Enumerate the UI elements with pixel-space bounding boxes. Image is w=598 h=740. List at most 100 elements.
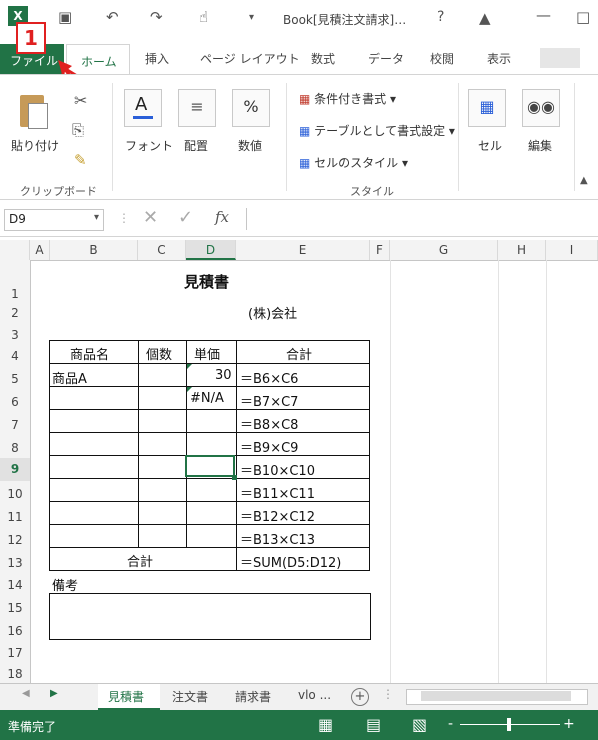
header-quantity[interactable]: 個数: [146, 344, 172, 363]
conditional-format-button[interactable]: ▦ 条件付き書式 ▾: [299, 90, 396, 107]
tab-view[interactable]: 表示: [487, 50, 511, 67]
row-header-18[interactable]: 18: [0, 667, 30, 681]
row-header-11[interactable]: 11: [0, 510, 30, 524]
scrollbar-thumb[interactable]: [421, 691, 571, 701]
paste-label[interactable]: 貼り付け: [11, 137, 59, 154]
cell-e11[interactable]: ＝B12×C12: [240, 506, 315, 525]
cells-icon[interactable]: ▦: [468, 89, 506, 127]
row-header-12[interactable]: 12: [0, 533, 30, 547]
notes-box[interactable]: [49, 593, 371, 640]
column-header-f[interactable]: F: [370, 240, 390, 260]
row-header-5[interactable]: 5: [0, 372, 30, 386]
font-icon[interactable]: A: [124, 89, 162, 127]
paste-icon[interactable]: [16, 89, 50, 133]
cell-d5[interactable]: 30: [215, 368, 232, 383]
total-label[interactable]: 合計: [127, 551, 153, 570]
number-format-icon[interactable]: %: [232, 89, 270, 127]
page-break-view-icon[interactable]: ▧: [412, 715, 427, 734]
row-header-4[interactable]: 4: [0, 349, 30, 363]
minimize-icon[interactable]: —: [536, 6, 551, 24]
name-box[interactable]: D9 ▾: [4, 209, 104, 231]
account-area[interactable]: [540, 48, 580, 68]
cell-e5[interactable]: ＝B6×C6: [240, 368, 298, 387]
page-layout-view-icon[interactable]: ▤: [366, 715, 381, 734]
number-format-label[interactable]: 数値: [238, 137, 262, 154]
collapse-ribbon-icon[interactable]: ▲: [580, 175, 588, 186]
column-header-i[interactable]: I: [546, 240, 598, 260]
zoom-slider-thumb[interactable]: [507, 718, 511, 731]
cell-e13[interactable]: ＝SUM(D5:D12): [240, 552, 341, 571]
format-painter-icon[interactable]: ✎: [74, 151, 87, 169]
tab-insert[interactable]: 挿入: [145, 50, 169, 67]
row-header-7[interactable]: 7: [0, 418, 30, 432]
sheet-title[interactable]: 見積書: [184, 271, 229, 292]
normal-view-icon[interactable]: ▦: [318, 715, 333, 734]
column-header-b[interactable]: B: [50, 240, 138, 260]
confirm-entry-icon[interactable]: ✓: [178, 207, 193, 228]
cell-e7[interactable]: ＝B8×C8: [240, 414, 298, 433]
formula-input[interactable]: [246, 208, 598, 230]
column-header-h[interactable]: H: [498, 240, 546, 260]
cell-e12[interactable]: ＝B13×C13: [240, 529, 315, 548]
row-header-10[interactable]: 10: [0, 487, 30, 501]
cancel-entry-icon[interactable]: ✕: [143, 207, 158, 228]
sheet-tab-quote[interactable]: 見積書: [98, 684, 160, 710]
column-header-a[interactable]: A: [30, 240, 50, 260]
select-all-corner[interactable]: [0, 240, 30, 260]
tab-split-grip-icon[interactable]: ⋮: [382, 687, 394, 701]
cell-e9[interactable]: ＝B10×C10: [240, 460, 315, 479]
cell-e10[interactable]: ＝B11×C11: [240, 483, 315, 502]
save-icon[interactable]: ▣: [58, 8, 72, 26]
tab-page-layout[interactable]: ページ レイアウト: [200, 50, 300, 67]
tab-formulas[interactable]: 数式: [311, 50, 335, 67]
row-header-1[interactable]: 1: [0, 287, 30, 301]
cut-icon[interactable]: ✂: [74, 91, 87, 110]
row-header-9[interactable]: 9: [0, 458, 30, 481]
cell-d6[interactable]: #N/A: [190, 391, 224, 406]
copy-icon[interactable]: ⎘: [72, 121, 84, 139]
scroll-sheets-right-icon[interactable]: ▶: [50, 688, 58, 699]
zoom-out-button[interactable]: -: [448, 716, 453, 732]
selected-cell-d9[interactable]: [185, 455, 235, 477]
horizontal-scrollbar[interactable]: [406, 689, 588, 705]
alignment-label[interactable]: 配置: [184, 137, 208, 154]
column-header-g[interactable]: G: [390, 240, 498, 260]
new-sheet-button[interactable]: +: [351, 688, 369, 706]
header-product[interactable]: 商品名: [70, 344, 109, 363]
sheet-tab-invoice[interactable]: 請求書: [235, 688, 271, 705]
help-button[interactable]: ?: [437, 9, 444, 25]
editing-label[interactable]: 編集: [528, 137, 552, 154]
cell-e8[interactable]: ＝B9×C9: [240, 437, 298, 456]
name-box-dropdown-icon[interactable]: ▾: [94, 212, 99, 223]
row-header-3[interactable]: 3: [0, 328, 30, 342]
notes-label[interactable]: 備考: [52, 575, 78, 594]
row-header-8[interactable]: 8: [0, 441, 30, 455]
column-header-e[interactable]: E: [236, 240, 370, 260]
cells-label[interactable]: セル: [478, 137, 502, 154]
scroll-sheets-left-icon[interactable]: ◀: [22, 688, 30, 699]
table-format-button[interactable]: ▦ テーブルとして書式設定 ▾: [299, 122, 455, 139]
redo-icon[interactable]: ↷: [150, 8, 163, 26]
fill-handle[interactable]: [232, 475, 237, 480]
insert-function-icon[interactable]: fx: [215, 208, 229, 226]
touch-mode-icon[interactable]: ☝: [199, 8, 208, 26]
row-header-6[interactable]: 6: [0, 395, 30, 409]
cell-b5[interactable]: 商品A: [52, 368, 87, 387]
row-header-2[interactable]: 2: [0, 306, 30, 320]
undo-icon[interactable]: ↶: [106, 8, 119, 26]
row-header-15[interactable]: 15: [0, 601, 30, 615]
customize-qat-icon[interactable]: ▾: [249, 12, 254, 23]
header-total[interactable]: 合計: [286, 344, 312, 363]
alignment-icon[interactable]: ≡: [178, 89, 216, 127]
sheet-tab-order[interactable]: 注文書: [172, 688, 208, 705]
maximize-icon[interactable]: □: [576, 8, 590, 26]
tab-review[interactable]: 校閲: [430, 50, 454, 67]
column-header-c[interactable]: C: [138, 240, 186, 260]
row-header-14[interactable]: 14: [0, 578, 30, 592]
zoom-in-button[interactable]: +: [563, 716, 575, 732]
company-name[interactable]: (株)会社: [248, 303, 297, 322]
row-header-13[interactable]: 13: [0, 556, 30, 570]
binoculars-icon[interactable]: ◉◉: [522, 89, 560, 127]
font-label[interactable]: フォント: [125, 137, 173, 154]
row-header-17[interactable]: 17: [0, 646, 30, 660]
